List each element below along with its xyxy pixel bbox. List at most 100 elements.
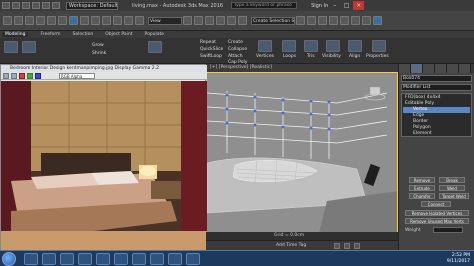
viewport-label[interactable]: [+] [Perspective] [Realistic] xyxy=(206,64,398,72)
next-frame-icon[interactable] xyxy=(344,243,350,249)
loops-icon[interactable] xyxy=(282,40,296,52)
selection-filter-icon[interactable] xyxy=(58,16,67,25)
display-tab-icon[interactable] xyxy=(447,64,459,73)
app4-taskbar-icon[interactable] xyxy=(186,253,200,265)
modify-selection-icon[interactable] xyxy=(22,41,36,53)
scene-explorer-icon[interactable] xyxy=(296,16,305,25)
new-file-icon[interactable] xyxy=(12,2,20,9)
quickslice-button[interactable]: QuickSlice xyxy=(200,47,223,52)
modify-tab-icon[interactable] xyxy=(411,64,423,73)
attach-button[interactable]: Attach xyxy=(228,54,243,59)
undo-icon[interactable] xyxy=(42,2,50,9)
undo-tool-icon[interactable] xyxy=(3,16,12,25)
percent-snap-icon[interactable] xyxy=(216,16,225,25)
channel-dropdown[interactable]: RGB Alpha xyxy=(59,73,95,79)
chrome-taskbar-icon[interactable] xyxy=(24,253,38,265)
3dsmax-taskbar-icon[interactable] xyxy=(114,253,128,265)
key-mode-icon[interactable] xyxy=(354,243,360,249)
redo-tool-icon[interactable] xyxy=(14,16,23,25)
reference-coordinate-dropdown[interactable]: View xyxy=(148,16,182,25)
modifier-stack[interactable]: FFD(box) 4x4x4 Editable Poly Vertex Edge… xyxy=(401,93,472,137)
blue-channel-icon[interactable] xyxy=(35,73,41,79)
link-icon[interactable] xyxy=(25,16,34,25)
snap-icon[interactable] xyxy=(194,16,203,25)
shrink-button[interactable]: Shrink xyxy=(92,51,106,56)
curve-editor-icon[interactable] xyxy=(318,16,327,25)
align-button[interactable]: Align xyxy=(349,54,360,59)
extrude-button[interactable]: Extrude xyxy=(409,185,435,191)
vertices-icon[interactable] xyxy=(258,40,272,52)
save-icon[interactable] xyxy=(32,2,40,9)
remove-unused-map-verts-button[interactable]: Remove Unused Map Verts xyxy=(405,218,469,224)
app2-taskbar-icon[interactable] xyxy=(150,253,164,265)
tris-button[interactable]: Tris xyxy=(307,54,315,59)
visibility-button[interactable]: Visibility xyxy=(322,54,341,59)
swiftloop-button[interactable]: SwiftLoop xyxy=(200,54,222,59)
green-channel-icon[interactable] xyxy=(27,73,33,79)
close-button[interactable]: × xyxy=(353,1,365,10)
properties-button[interactable]: Properties xyxy=(366,54,389,59)
align-icon[interactable] xyxy=(348,40,362,52)
save-image-icon[interactable] xyxy=(3,73,9,79)
redo-icon[interactable] xyxy=(52,2,60,9)
copy-image-icon[interactable] xyxy=(11,73,17,79)
rendered-frame-icon[interactable] xyxy=(362,16,371,25)
rect-selection-icon[interactable] xyxy=(91,16,100,25)
collapse-button[interactable]: Collapse xyxy=(228,47,247,52)
hierarchy-tab-icon[interactable] xyxy=(423,64,435,73)
perspective-viewport[interactable] xyxy=(206,72,398,240)
create-tab-icon[interactable] xyxy=(399,64,411,73)
create-button[interactable]: Create xyxy=(228,40,243,45)
target-weld-button[interactable]: Target Weld xyxy=(439,193,469,199)
motion-tab-icon[interactable] xyxy=(435,64,447,73)
maximize-button[interactable]: □ xyxy=(341,1,352,10)
object-name-field[interactable]: Box074 xyxy=(401,75,472,82)
polygon-modeling-icon[interactable] xyxy=(4,41,18,53)
remove-button[interactable]: Remove xyxy=(409,177,435,183)
app3-taskbar-icon[interactable] xyxy=(168,253,182,265)
vertices-button[interactable]: Vertices xyxy=(256,54,274,59)
utilities-tab-icon[interactable] xyxy=(459,64,471,73)
visibility-icon[interactable] xyxy=(326,40,340,52)
open-file-icon[interactable] xyxy=(22,2,30,9)
rotate-icon[interactable] xyxy=(124,16,133,25)
window-crossing-icon[interactable] xyxy=(102,16,111,25)
media-taskbar-icon[interactable] xyxy=(78,253,92,265)
properties-icon[interactable] xyxy=(372,40,386,52)
bind-spacewarp-icon[interactable] xyxy=(47,16,56,25)
break-button[interactable]: Break xyxy=(439,177,465,183)
workspace-dropdown[interactable]: Workspace: Default xyxy=(66,1,118,10)
unlink-icon[interactable] xyxy=(36,16,45,25)
search-input[interactable]: Type a keyword or phrase xyxy=(231,2,298,9)
minimize-button[interactable]: – xyxy=(329,1,340,10)
select-object-icon[interactable] xyxy=(69,16,78,25)
move-icon[interactable] xyxy=(113,16,122,25)
add-time-tag-button[interactable]: Add Time Tag xyxy=(276,243,306,248)
scale-icon[interactable] xyxy=(135,16,144,25)
chamfer-button[interactable]: Chamfer xyxy=(409,193,435,199)
app-taskbar-icon[interactable] xyxy=(132,253,146,265)
grow-button[interactable]: Grow xyxy=(92,43,104,48)
loops-button[interactable]: Loops xyxy=(283,54,296,59)
connect-button[interactable]: Connect xyxy=(421,201,451,207)
pivot-center-icon[interactable] xyxy=(183,16,192,25)
app-logo-icon[interactable] xyxy=(2,2,10,9)
weight-spinner[interactable] xyxy=(433,227,463,233)
material-editor-icon[interactable] xyxy=(340,16,349,25)
tab-populate[interactable]: Populate xyxy=(145,32,165,37)
stack-item-element[interactable]: Element xyxy=(403,131,470,137)
system-clock[interactable]: 2:52 PM 9/11/2017 xyxy=(447,253,470,265)
repeat-button[interactable]: Repeat xyxy=(200,40,216,45)
play-icon[interactable] xyxy=(334,243,340,249)
red-channel-icon[interactable] xyxy=(19,73,25,79)
tab-freeform[interactable]: Freeform xyxy=(40,32,60,37)
edit-icon[interactable] xyxy=(148,41,162,53)
tris-icon[interactable] xyxy=(304,40,318,52)
remove-isolated-vertices-button[interactable]: Remove Isolated Vertices xyxy=(405,210,469,216)
render-setup-icon[interactable] xyxy=(351,16,360,25)
angle-snap-icon[interactable] xyxy=(205,16,214,25)
firefox-taskbar-icon[interactable] xyxy=(42,253,56,265)
select-by-name-icon[interactable] xyxy=(80,16,89,25)
align-icon[interactable] xyxy=(238,16,247,25)
photoshop-taskbar-icon[interactable] xyxy=(96,253,110,265)
